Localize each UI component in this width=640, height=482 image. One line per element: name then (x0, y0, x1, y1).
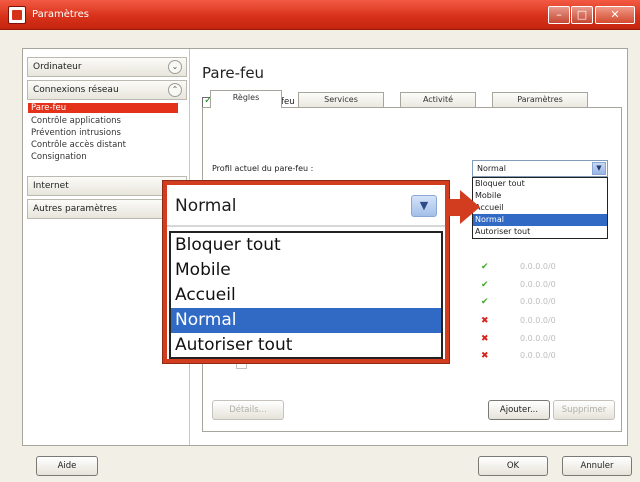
tab-activite[interactable]: Activité (400, 92, 476, 108)
window-title: Paramètres (32, 9, 90, 20)
profile-dropdown-list: Bloquer tout Mobile Accueil Normal Autor… (472, 177, 608, 239)
profile-label: Profil actuel du pare-feu : (212, 164, 314, 173)
add-rule-button[interactable]: Ajouter... (488, 400, 550, 420)
sidebar-section-label: Internet (33, 181, 69, 191)
chevron-down-icon[interactable]: ▼ (411, 195, 437, 217)
cancel-button[interactable]: Annuler (562, 456, 632, 476)
profile-option[interactable]: Bloquer tout (473, 178, 607, 190)
app-icon (8, 6, 26, 24)
sidebar-item-controle-applications[interactable]: Contrôle applications (31, 116, 121, 126)
allow-icon: ✔ (481, 262, 489, 272)
profile-option[interactable]: Accueil (171, 283, 441, 308)
profile-select-zoomed[interactable]: Normal ▼ (167, 185, 445, 227)
sidebar-item-pare-feu[interactable]: Pare-feu (28, 103, 178, 113)
sidebar-section-ordinateur[interactable]: Ordinateur ⌄ (27, 57, 187, 77)
tab-parametres[interactable]: Paramètres (492, 92, 588, 108)
close-button[interactable]: ✕ (595, 6, 635, 24)
profile-select-value: Normal (175, 196, 237, 216)
rule-ip: 0.0.0.0/0 (520, 280, 556, 289)
profile-option[interactable]: Autoriser tout (473, 226, 607, 238)
block-icon: ✖ (481, 351, 489, 361)
sidebar-item-controle-acces-distant[interactable]: Contrôle accès distant (31, 140, 126, 150)
profile-option[interactable]: Mobile (473, 190, 607, 202)
block-icon: ✖ (481, 334, 489, 344)
sidebar-section-label: Connexions réseau (33, 85, 119, 95)
profile-option-selected[interactable]: Normal (473, 214, 607, 226)
profile-select[interactable]: Normal ▼ (472, 160, 608, 177)
page-title: Pare-feu (202, 64, 265, 82)
details-button[interactable]: Détails... (212, 400, 284, 420)
allow-icon: ✔ (481, 297, 489, 307)
chevron-down-icon[interactable]: ▼ (592, 162, 606, 175)
tab-regles[interactable]: Règles (210, 90, 282, 108)
sidebar-item-consignation[interactable]: Consignation (31, 152, 87, 162)
rule-ip: 0.0.0.0/0 (520, 316, 556, 325)
chevron-up-icon[interactable]: ⌃ (168, 83, 182, 97)
ok-button[interactable]: OK (478, 456, 548, 476)
block-icon: ✖ (481, 316, 489, 326)
rule-ip: 0.0.0.0/0 (520, 297, 556, 306)
profile-select-value: Normal (477, 164, 506, 173)
minimize-button[interactable]: – (548, 6, 570, 24)
tab-services[interactable]: Services (298, 92, 384, 108)
sidebar-section-connexions[interactable]: Connexions réseau ⌃ (27, 80, 187, 100)
maximize-button[interactable]: □ (571, 6, 593, 24)
profile-option[interactable]: Bloquer tout (171, 233, 441, 258)
title-bar: Paramètres – □ ✕ (0, 0, 640, 30)
rule-ip: 0.0.0.0/0 (520, 334, 556, 343)
profile-option[interactable]: Accueil (473, 202, 607, 214)
sidebar-item-prevention-intrusions[interactable]: Prévention intrusions (31, 128, 121, 138)
zoom-callout: Normal ▼ Bloquer tout Mobile Accueil Nor… (163, 181, 449, 363)
callout-arrow-icon (460, 190, 480, 224)
allow-icon: ✔ (481, 280, 489, 290)
rule-ip: 0.0.0.0/0 (520, 262, 556, 271)
profile-option-selected[interactable]: Normal (171, 308, 441, 333)
sidebar-section-label: Autres paramètres (33, 204, 117, 214)
rule-ip: 0.0.0.0/0 (520, 351, 556, 360)
delete-rule-button[interactable]: Supprimer (553, 400, 615, 420)
profile-option[interactable]: Mobile (171, 258, 441, 283)
help-button[interactable]: Aide (36, 456, 98, 476)
profile-option[interactable]: Autoriser tout (171, 333, 441, 358)
profile-dropdown-list-zoomed: Bloquer tout Mobile Accueil Normal Autor… (169, 231, 443, 359)
chevron-down-icon[interactable]: ⌄ (168, 60, 182, 74)
sidebar-section-label: Ordinateur (33, 62, 82, 72)
